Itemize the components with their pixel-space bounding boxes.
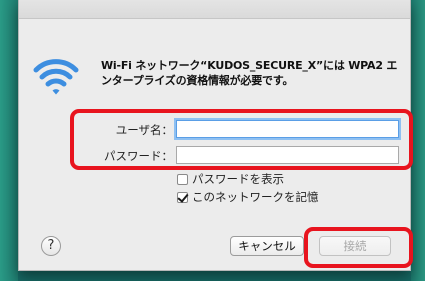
help-button[interactable]: ? [41, 236, 61, 256]
cancel-button[interactable]: キャンセル [230, 236, 304, 256]
connect-button-highlight [304, 227, 413, 268]
credentials-highlight [70, 109, 413, 170]
show-password-option[interactable]: パスワードを表示 [177, 171, 284, 187]
show-password-checkbox[interactable] [177, 173, 188, 185]
dialog-top-edge [19, 0, 410, 19]
desktop-background-right [411, 0, 425, 281]
show-password-label: パスワードを表示 [192, 172, 284, 186]
remember-network-checkbox[interactable] [177, 191, 188, 203]
dialog-message: Wi-Fi ネットワーク“KUDOS_SECURE_X”には WPA2 エンター… [101, 59, 398, 87]
remember-network-option[interactable]: このネットワークを記憶 [177, 189, 319, 205]
wifi-icon [33, 59, 79, 95]
remember-network-label: このネットワークを記憶 [192, 190, 319, 204]
desktop-background-left [0, 0, 18, 281]
